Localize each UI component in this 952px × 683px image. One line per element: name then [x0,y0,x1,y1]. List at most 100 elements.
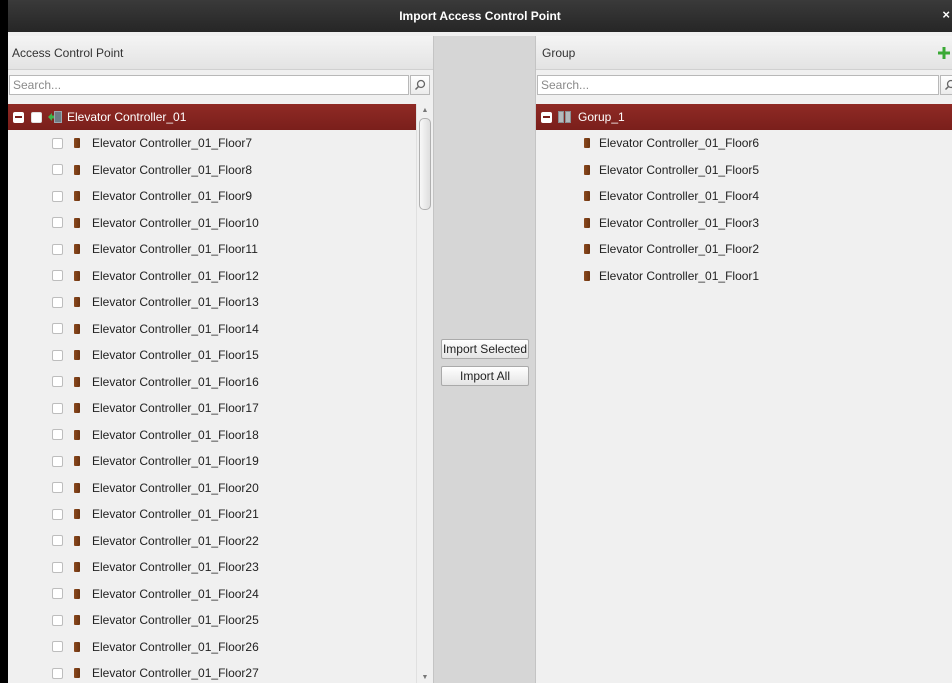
root-checkbox[interactable] [31,111,42,123]
import-selected-button[interactable]: Import Selected [441,339,529,359]
tree-item-label: Elevator Controller_01_Floor9 [92,189,253,204]
item-checkbox[interactable] [52,588,63,600]
import-all-button[interactable]: Import All [441,366,529,386]
door-icon [74,191,80,202]
item-checkbox[interactable] [52,561,63,573]
tree-item[interactable]: Elevator Controller_01_Floor5 [536,157,952,184]
door-icon [74,429,80,440]
item-checkbox[interactable] [52,614,63,626]
item-checkbox[interactable] [52,349,63,361]
tree-item-label: Elevator Controller_01_Floor25 [92,613,259,628]
scroll-thumb[interactable] [419,118,431,210]
tree-item[interactable]: Elevator Controller_01_Floor10 [8,210,433,237]
tree-item[interactable]: Elevator Controller_01_Floor3 [536,210,952,237]
item-checkbox[interactable] [52,164,63,176]
tree-item[interactable]: Elevator Controller_01_Floor23 [8,554,433,581]
door-icon [74,138,80,149]
tree-item-label: Elevator Controller_01_Floor17 [92,401,259,416]
tree-item[interactable]: Elevator Controller_01_Floor16 [8,369,433,396]
item-checkbox[interactable] [52,667,63,679]
tree-item[interactable]: Elevator Controller_01_Floor2 [536,236,952,263]
item-checkbox[interactable] [52,482,63,494]
close-icon[interactable]: × [942,8,950,22]
tree-item[interactable]: Elevator Controller_01_Floor17 [8,395,433,422]
item-checkbox[interactable] [52,137,63,149]
item-checkbox[interactable] [52,535,63,547]
left-scrollbar[interactable]: ▲ ▼ [416,104,433,683]
tree-item[interactable]: Elevator Controller_01_Floor26 [8,634,433,661]
door-icon [74,217,80,228]
door-icon [74,164,80,175]
door-icon [74,482,80,493]
door-icon [74,615,80,626]
scroll-up-icon[interactable]: ▲ [417,104,433,116]
right-search-input[interactable] [537,75,939,95]
group-title: Group [542,45,576,60]
item-checkbox[interactable] [52,641,63,653]
door-icon [74,535,80,546]
minus-expander-icon[interactable] [541,111,552,123]
item-checkbox[interactable] [52,323,63,335]
item-checkbox[interactable] [52,243,63,255]
tree-item[interactable]: Elevator Controller_01_Floor4 [536,183,952,210]
tree-item[interactable]: Elevator Controller_01_Floor24 [8,581,433,608]
group-tree: Gorup_1 Elevator Controller_01_Floor6 Ele… [536,104,952,683]
tree-item-label: Elevator Controller_01_Floor1 [599,268,760,283]
door-icon [74,509,80,520]
right-search-button[interactable] [940,75,952,95]
tree-item[interactable]: Elevator Controller_01_Floor1 [536,263,952,290]
item-checkbox[interactable] [52,190,63,202]
item-checkbox[interactable] [52,455,63,467]
tree-item[interactable]: Elevator Controller_01_Floor12 [8,263,433,290]
tree-item-label: Elevator Controller_01_Floor3 [599,215,760,230]
import-access-control-point-dialog: Import Access Control Point × Access Con… [8,0,952,683]
tree-item[interactable]: Elevator Controller_01_Floor13 [8,289,433,316]
tree-root-elevator-controller[interactable]: Elevator Controller_01 [8,104,433,130]
door-icon [74,456,80,467]
tree-item[interactable]: Elevator Controller_01_Floor27 [8,660,433,683]
tree-root-group[interactable]: Gorup_1 [536,104,952,130]
tree-item[interactable]: Elevator Controller_01_Floor8 [8,157,433,184]
tree-item[interactable]: Elevator Controller_01_Floor18 [8,422,433,449]
scroll-down-icon[interactable]: ▼ [417,671,433,683]
tree-item[interactable]: Elevator Controller_01_Floor9 [8,183,433,210]
tree-item-label: Elevator Controller_01_Floor21 [92,507,259,522]
tree-item[interactable]: Elevator Controller_01_Floor6 [536,130,952,157]
tree-item[interactable]: Elevator Controller_01_Floor22 [8,528,433,555]
door-icon [74,297,80,308]
item-checkbox[interactable] [52,429,63,441]
item-checkbox[interactable] [52,508,63,520]
door-icon [584,270,590,281]
elevator-controller-icon [48,111,62,123]
dialog-title-bar: Import Access Control Point × [8,0,952,32]
group-icon [558,111,571,123]
add-group-button[interactable] [936,45,952,61]
tree-item[interactable]: Elevator Controller_01_Floor15 [8,342,433,369]
dialog-title: Import Access Control Point [399,9,561,23]
tree-item-label: Elevator Controller_01_Floor2 [599,242,760,257]
left-search-row [8,70,433,100]
minus-expander-icon[interactable] [13,111,24,123]
item-checkbox[interactable] [52,270,63,282]
left-search-button[interactable] [410,75,430,95]
tree-item[interactable]: Elevator Controller_01_Floor25 [8,607,433,634]
access-control-point-tree: Elevator Controller_01 Elevator Controll… [8,104,433,683]
tree-item-label: Elevator Controller_01_Floor16 [92,374,259,389]
tree-item[interactable]: Elevator Controller_01_Floor11 [8,236,433,263]
tree-item-label: Elevator Controller_01_Floor15 [92,348,259,363]
tree-item[interactable]: Elevator Controller_01_Floor20 [8,475,433,502]
item-checkbox[interactable] [52,296,63,308]
tree-item-label: Elevator Controller_01_Floor22 [92,533,259,548]
tree-item[interactable]: Elevator Controller_01_Floor14 [8,316,433,343]
item-checkbox[interactable] [52,402,63,414]
item-checkbox[interactable] [52,217,63,229]
item-checkbox[interactable] [52,376,63,388]
tree-item[interactable]: Elevator Controller_01_Floor21 [8,501,433,528]
tree-item[interactable]: Elevator Controller_01_Floor7 [8,130,433,157]
door-icon [74,350,80,361]
left-item-list: Elevator Controller_01_Floor7 Elevator Co… [8,130,433,683]
door-icon [584,244,590,255]
tree-item[interactable]: Elevator Controller_01_Floor19 [8,448,433,475]
tree-item-label: Elevator Controller_01_Floor10 [92,215,259,230]
left-search-input[interactable] [9,75,409,95]
